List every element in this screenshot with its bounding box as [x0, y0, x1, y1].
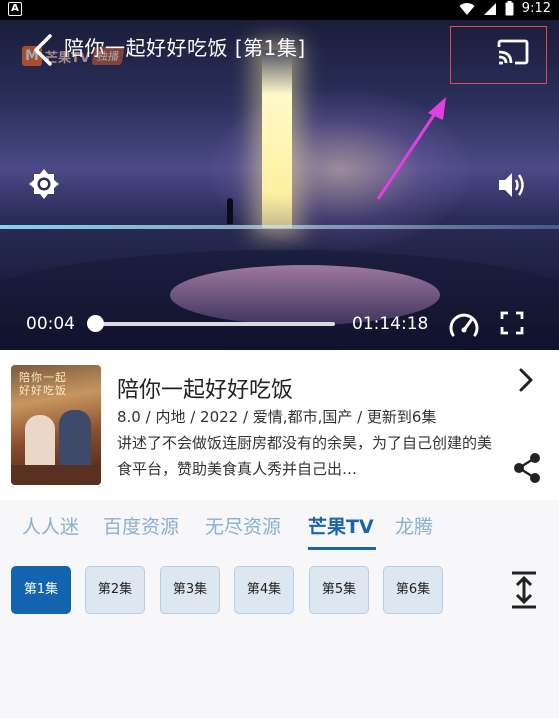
brightness-button[interactable] — [27, 167, 61, 201]
expand-vertical-icon — [512, 571, 536, 609]
episode-button-1[interactable]: 第1集 — [11, 566, 71, 614]
source-tabs: 人人迷 百度资源 无尽资源 芒果TV 龙腾 — [0, 500, 559, 555]
source-tab-longteng[interactable]: 龙腾 — [395, 512, 433, 539]
source-tab-mangotv[interactable]: 芒果TV — [308, 512, 374, 539]
fullscreen-icon — [500, 311, 524, 335]
show-meta: 8.0 / 内地 / 2022 / 爱情,都市,国产 / 更新到6集 — [117, 408, 437, 426]
poster-title-line2: 好好吃饭 — [19, 384, 67, 397]
wifi-icon — [459, 2, 475, 15]
episode-button-5[interactable]: 第5集 — [309, 566, 369, 614]
cast-button[interactable] — [450, 26, 547, 84]
current-time: 00:04 — [26, 314, 75, 334]
show-detail-button[interactable] — [513, 366, 539, 394]
signal-icon — [483, 2, 496, 15]
poster-table — [11, 465, 101, 485]
back-arrow-icon — [34, 34, 52, 66]
app-notification-icon: A — [8, 2, 22, 16]
speed-gauge-icon — [449, 313, 479, 337]
source-tab-renrenmi[interactable]: 人人迷 — [22, 512, 79, 539]
poster-title-line1: 陪你一起 — [19, 371, 67, 384]
show-description[interactable]: 讲述了不会做饭连厨房都没有的余昊，为了自己创建的美食平台，赞助美食真人秀并自己出… — [117, 430, 492, 482]
chevron-right-icon — [519, 368, 533, 392]
source-tab-wujin[interactable]: 无尽资源 — [205, 512, 281, 539]
show-poster[interactable]: 陪你一起 好好吃饭 — [11, 365, 101, 485]
speed-button[interactable] — [448, 310, 480, 338]
volume-icon — [499, 173, 524, 197]
poster-title: 陪你一起 好好吃饭 — [19, 371, 67, 397]
annotation-arrow-icon — [376, 97, 446, 200]
episode-button-4[interactable]: 第4集 — [234, 566, 294, 614]
episode-button-2[interactable]: 第2集 — [85, 566, 145, 614]
active-tab-indicator — [308, 547, 376, 550]
seek-handle[interactable] — [87, 315, 104, 332]
episode-button-6[interactable]: 第6集 — [383, 566, 443, 614]
status-bar: A 9:12 — [0, 0, 559, 20]
episode-button-3[interactable]: 第3集 — [160, 566, 220, 614]
status-icons: 9:12 — [459, 1, 551, 16]
share-icon — [514, 453, 540, 483]
cast-icon — [497, 39, 529, 65]
show-info-panel: 陪你一起 好好吃饭 陪你一起好好吃饭 8.0 / 内地 / 2022 / 爱情,… — [0, 350, 559, 500]
episode-list: 第1集 第2集 第3集 第4集 第5集 第6集 — [0, 555, 559, 718]
battery-icon — [505, 1, 514, 16]
playback-controls: 00:04 01:14:18 — [0, 306, 559, 340]
back-button[interactable] — [30, 32, 56, 68]
expand-episodes-button[interactable] — [509, 570, 539, 610]
total-time: 01:14:18 — [352, 314, 429, 334]
video-frame-light-pillar — [262, 50, 292, 228]
video-title: 陪你一起好好吃饭 [第1集] — [64, 36, 306, 60]
show-title: 陪你一起好好吃饭 — [117, 378, 294, 403]
video-frame-horizon — [0, 225, 559, 229]
share-button[interactable] — [512, 451, 542, 485]
video-frame-figure — [227, 198, 233, 224]
brightness-icon — [29, 169, 59, 199]
fullscreen-button[interactable] — [500, 311, 524, 335]
volume-button[interactable] — [496, 169, 528, 201]
source-tab-baidu[interactable]: 百度资源 — [103, 512, 179, 539]
clock: 9:12 — [521, 1, 551, 16]
video-player[interactable]: M 芒果TV 独播 陪你一起好好吃饭 [第1集] 00:04 01:14:18 — [0, 20, 559, 350]
seek-bar[interactable] — [95, 322, 335, 326]
